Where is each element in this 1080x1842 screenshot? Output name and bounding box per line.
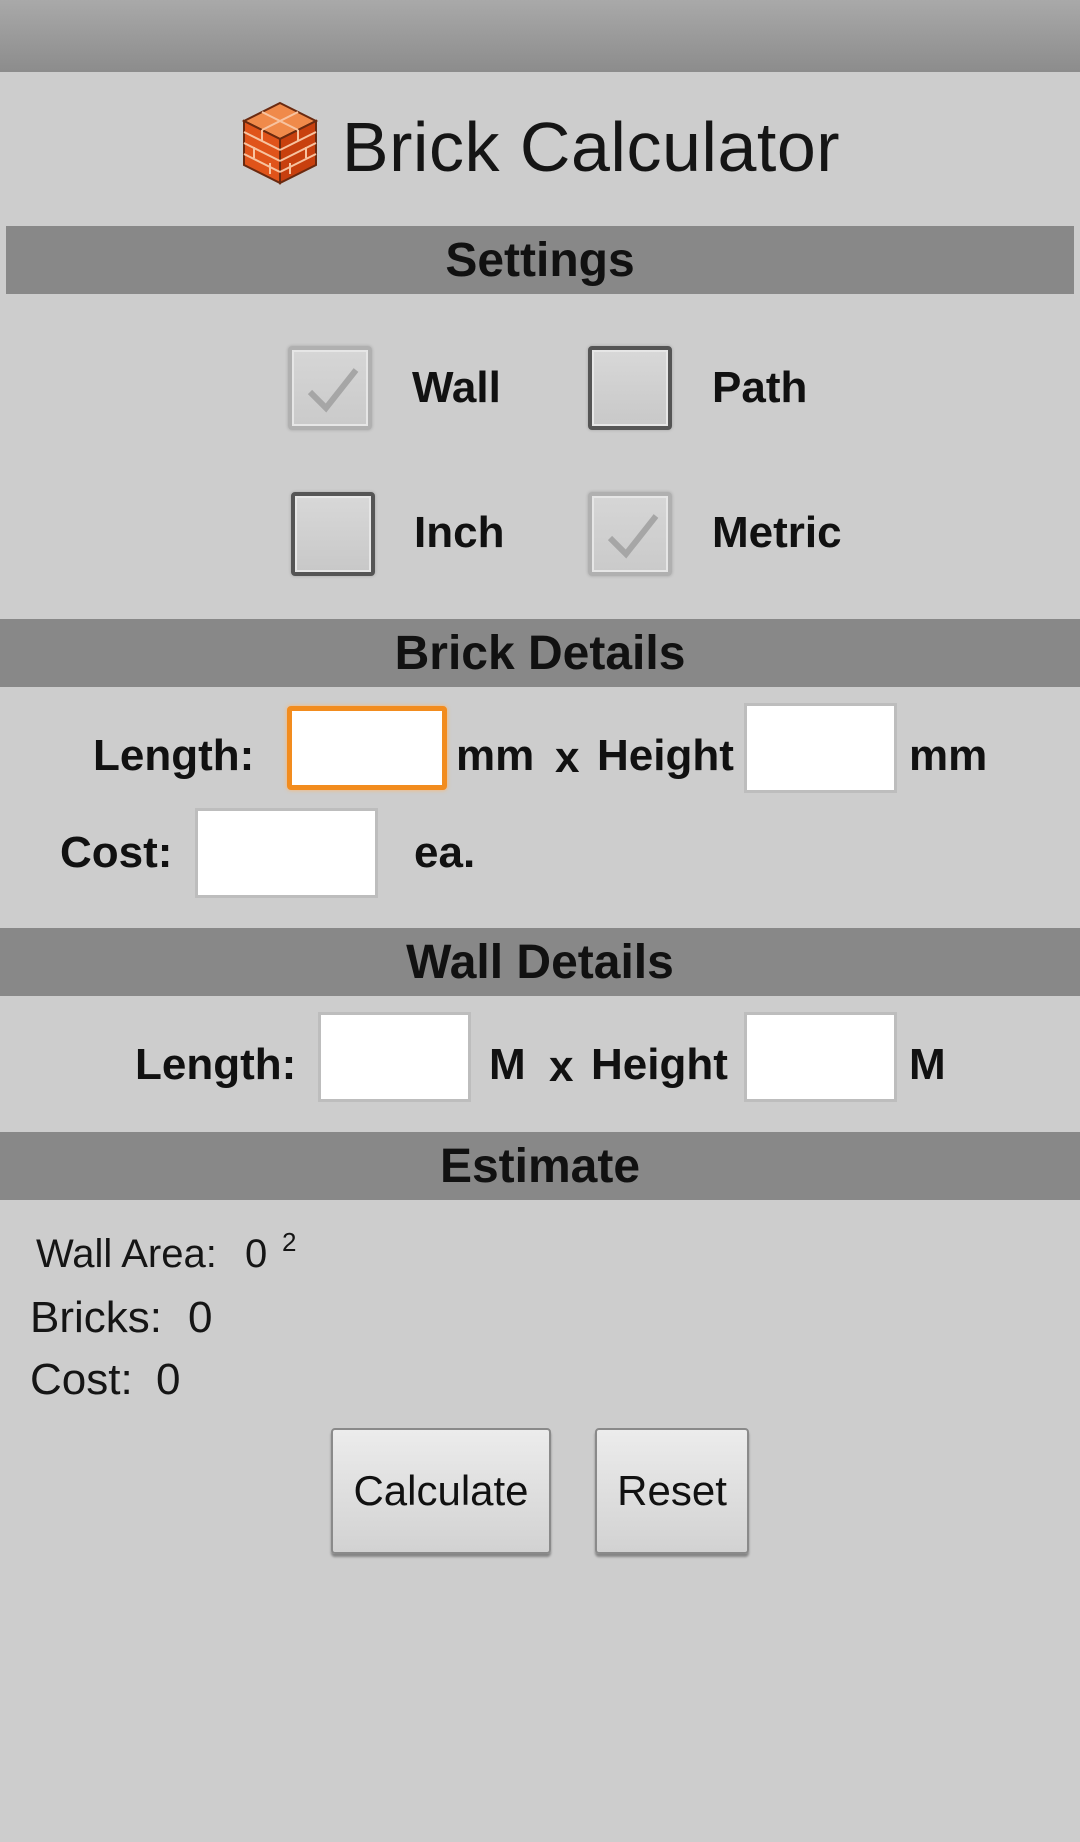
brick-cube-icon [241,101,319,185]
checkmark-icon [607,514,659,559]
path-checkbox[interactable] [588,346,672,430]
brick-height-label: Height [597,731,734,780]
brick-cost-input[interactable] [195,808,378,898]
wall-area-label: Wall Area: [36,1232,217,1276]
wall-length-input[interactable] [318,1012,471,1102]
bricks-value: 0 [188,1293,213,1342]
wall-area-superscript: 2 [282,1227,297,1257]
wall-length-unit: M [489,1040,526,1089]
wall-length-label: Length: [135,1040,297,1089]
calculate-button[interactable]: Calculate [331,1428,551,1554]
inch-checkbox-label: Inch [414,508,505,557]
brick-height-input[interactable] [744,703,897,793]
brick-length-unit: mm [456,731,535,780]
status-bar [0,0,1080,72]
wall-area-value: 0 [245,1232,268,1276]
brick-length-label: Length: [93,731,255,780]
checkmark-icon [307,368,359,413]
app-header: Brick Calculator [0,72,1080,222]
wall-details-header: Wall Details [0,928,1080,996]
brick-height-unit: mm [909,731,988,780]
wall-height-label: Height [591,1040,728,1089]
app-title: Brick Calculator [341,108,841,186]
brick-details-header: Brick Details [0,619,1080,687]
wall-height-unit: M [909,1040,946,1089]
wall-checkbox[interactable] [288,346,372,430]
estimate-header: Estimate [0,1132,1080,1200]
path-checkbox-label: Path [712,363,808,412]
reset-button[interactable]: Reset [595,1428,749,1554]
settings-header: Settings [6,226,1074,294]
inch-checkbox[interactable] [291,492,375,576]
cost-value: 0 [156,1355,181,1404]
brick-times-sign: x [555,733,580,782]
metric-checkbox[interactable] [588,492,672,576]
metric-checkbox-label: Metric [712,508,842,557]
wall-times-sign: x [549,1042,574,1091]
wall-checkbox-label: Wall [412,363,501,412]
brick-length-input[interactable] [287,706,447,790]
cost-label: Cost: [30,1355,133,1404]
brick-cost-unit: ea. [414,828,476,877]
bricks-label: Bricks: [30,1293,162,1342]
wall-height-input[interactable] [744,1012,897,1102]
brick-cost-label: Cost: [60,828,173,877]
